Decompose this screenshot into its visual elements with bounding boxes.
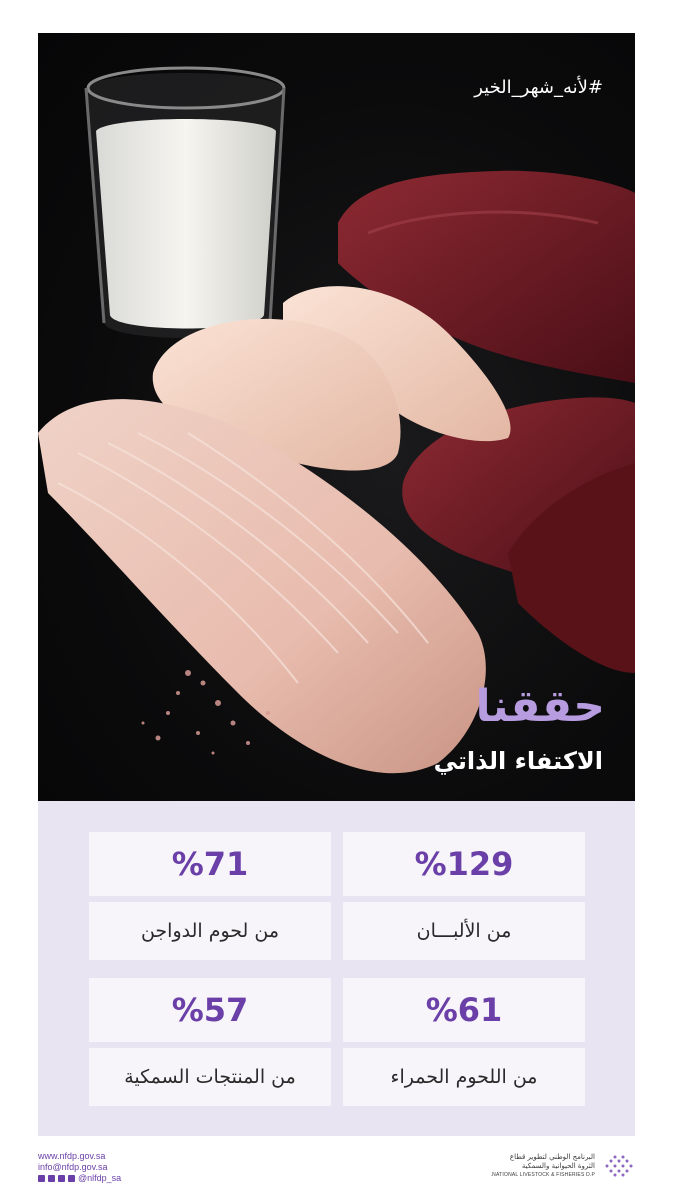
- email-link[interactable]: info@nfdp.gov.sa: [38, 1162, 121, 1173]
- x-icon[interactable]: [38, 1175, 45, 1182]
- stat-value-poultry: %71: [89, 832, 331, 896]
- logo-en: NATIONAL LIVESTOCK & FISHERIES D.P.: [490, 1171, 595, 1178]
- headline: حققنا: [475, 681, 605, 732]
- stat-label-fish: من المنتجات السمكية: [89, 1048, 331, 1106]
- social-handle[interactable]: @nlfdp_sa: [78, 1173, 121, 1184]
- hashtag: #لأنه_شهر_الخير: [474, 77, 603, 98]
- stat-value-dairy: %129: [343, 832, 585, 896]
- fish-fillet: [38, 399, 486, 774]
- footer-contacts: www.nfdp.gov.sa info@nfdp.gov.sa @nlfdp_…: [38, 1151, 121, 1184]
- stat-value-fish: %57: [89, 978, 331, 1042]
- stat-label-poultry: من لحوم الدواجن: [89, 902, 331, 960]
- nfdp-logo: البرنامج الوطني لتطوير قطاع الثروة الحيو…: [491, 1149, 635, 1183]
- website-link[interactable]: www.nfdp.gov.sa: [38, 1151, 121, 1162]
- logo-ar-line1: البرنامج الوطني لتطوير قطاع: [509, 1152, 595, 1161]
- linkedin-icon[interactable]: [48, 1175, 55, 1182]
- nfdp-logo-mark-icon: [605, 1155, 633, 1177]
- stat-label-dairy: من الألبـــان: [343, 902, 585, 960]
- stat-value-red-meat: %61: [343, 978, 585, 1042]
- subheadline: الاكتفاء الذاتي: [433, 747, 603, 775]
- nfdp-logo-text: البرنامج الوطني لتطوير قطاع الثروة الحيو…: [491, 1153, 595, 1180]
- hero-image-panel: #لأنه_شهر_الخير حققنا الاكتفاء الذاتي: [38, 33, 635, 801]
- social-row: @nlfdp_sa: [38, 1173, 121, 1184]
- stats-panel: %129 من الألبـــان %71 من لحوم الدواجن %…: [38, 801, 635, 1136]
- logo-ar-line2: الثروة الحيوانية والسمكية: [521, 1161, 595, 1170]
- youtube-icon[interactable]: [68, 1175, 75, 1182]
- stat-label-red-meat: من اللحوم الحمراء: [343, 1048, 585, 1106]
- instagram-icon[interactable]: [58, 1175, 65, 1182]
- milk-glass: [84, 66, 286, 338]
